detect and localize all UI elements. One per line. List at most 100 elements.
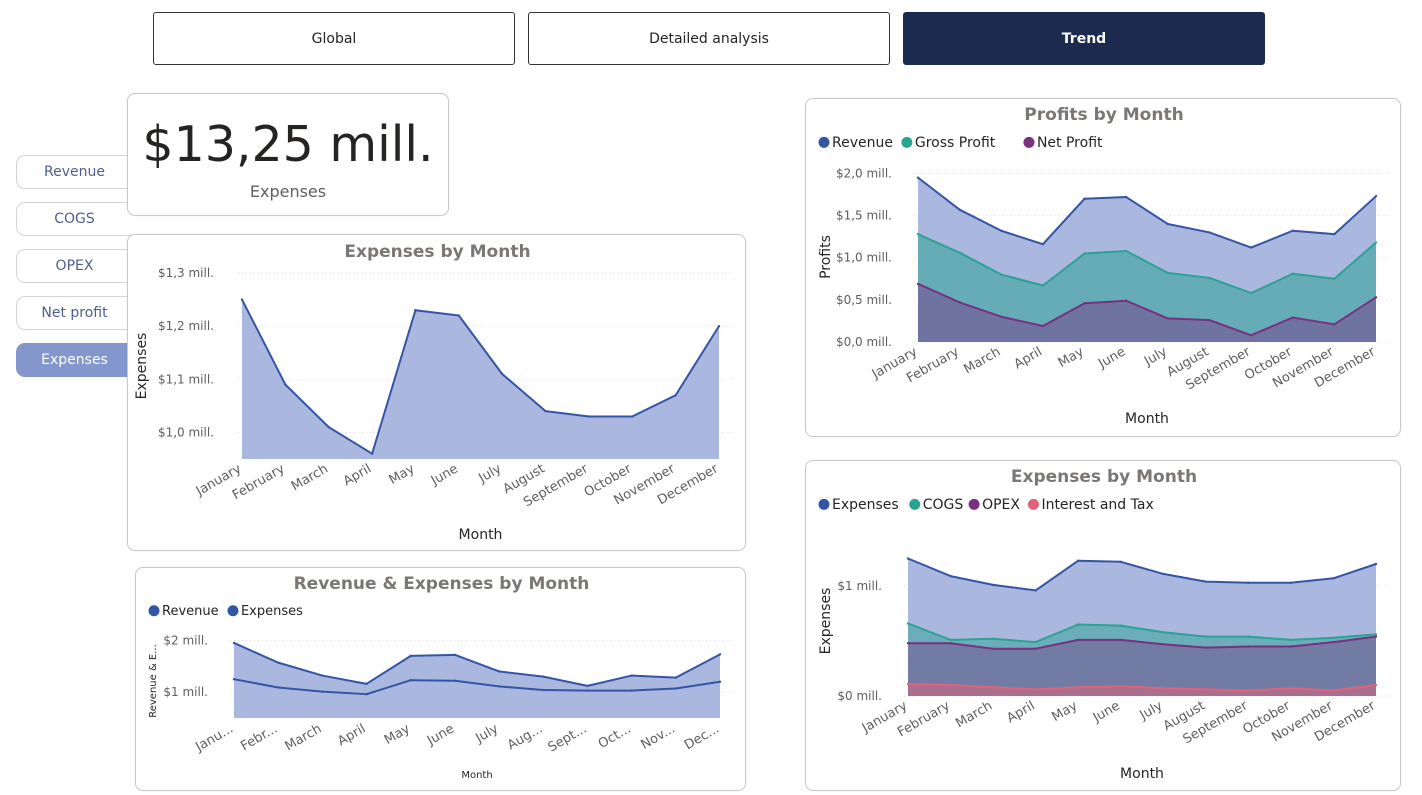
legend-marker-interest-and-tax [1027,498,1039,510]
kpi-value: $13,25 mill. [142,116,434,173]
profits-by-month-point [1249,246,1253,249]
revenue-expenses-by-month-xtick-label: Oct... [596,721,634,751]
revenue-expenses-chart: Revenue & Expenses by Month Revenue Expens… [148,574,734,781]
expenses-breakdown-by-month-point [1204,635,1208,638]
expenses-by-month-xtick-label: May [387,461,418,488]
expenses-breakdown-by-month-point [1374,633,1378,636]
expenses-breakdown-by-month-point [1289,687,1293,690]
profits-by-month-point [1291,229,1294,232]
expenses-breakdown-by-month-point [1374,562,1378,566]
legend-marker-expenses [227,605,239,617]
tab-trend[interactable]: Trend [903,12,1265,65]
profits-by-month-point [958,301,961,304]
expenses-breakdown-by-month-point [1332,636,1335,639]
expenses-by-month-point [457,314,461,317]
legend-marker-revenue [148,605,160,617]
profits-by-month-point [958,251,961,254]
profits-by-month-point [1124,249,1128,253]
sidebar-item-cogs[interactable]: COGS [16,202,132,236]
expenses-breakdown-by-month-point [991,686,995,689]
profits-by-month-xtick-label: June [1095,344,1128,372]
profits-by-month-point [1000,315,1003,318]
kpi-label: Expenses [249,182,327,201]
sidebar-item-expenses[interactable]: Expenses [16,343,132,377]
revenue-expenses-by-month-point [630,674,633,677]
expenses-breakdown-by-month-point [1162,631,1165,634]
expenses-by-month-point [544,409,547,413]
expenses-by-month-card: Expenses by Month $1,0 mill. $1,1 mill. $1,… [127,234,746,551]
expenses-breakdown-by-month-point [991,583,995,587]
revenue-expenses-by-month-point [674,687,678,690]
expenses-breakdown-by-month-point [1034,640,1037,644]
profits-by-month-point [1208,231,1211,234]
expenses-by-month-point [631,415,634,418]
expenses-breakdown-by-month-point [1247,689,1250,692]
expenses-by-month-xtick-label: July [476,461,505,486]
expenses-breakdown-by-month-point [1289,645,1293,648]
expenses-breakdown-chart: Expenses by Month Expenses COGS OPEX Interes… [818,467,1390,782]
expenses-breakdown-by-month-point [1289,581,1293,584]
expenses-breakdown-by-month-point [949,683,952,687]
profits-by-month-point [1083,197,1086,200]
expenses-by-month-title: Expenses by Month [344,242,530,262]
expenses-by-month-point [284,383,287,386]
revenue-expenses-by-month-point [276,686,280,689]
expenses-breakdown-by-month-point [1034,688,1037,691]
tab-detailed-analysis[interactable]: Detailed analysis [528,12,890,65]
legend-marker-expenses [818,498,830,510]
profits-by-month-point [1041,324,1045,328]
sidebar-item-revenue[interactable]: Revenue [16,155,132,189]
profits-by-month-point [1000,273,1003,276]
revenue-expenses-by-month-xlabel: Month [461,770,492,781]
revenue-expenses-by-month-point [453,653,457,657]
profits-by-month-point [1291,316,1294,319]
profits-by-month-point [1041,243,1045,246]
expenses-breakdown-by-month-point [1204,646,1208,649]
expenses-by-month-chart: Expenses by Month $1,0 mill. $1,1 mill. $1,… [134,242,733,543]
expenses-breakdown-by-month-point [1162,643,1165,646]
profits-by-month-point [1083,252,1086,255]
revenue-expenses-by-month-xtick-label: Dec... [682,721,722,753]
legend-label-cogs: COGS [923,497,964,513]
sidebar-item-opex[interactable]: OPEX [16,249,132,283]
expenses-breakdown-by-month-ytick-label: $1 mill. [837,579,882,593]
revenue-expenses-by-month-point [232,641,236,645]
profits-by-month-ytick-label: $0,5 mill. [836,293,892,307]
revenue-expenses-by-month-xtick-label: March [283,721,325,754]
profits-by-month-ytick-label: $0,0 mill. [836,335,892,349]
legend-marker-net-profit [1023,136,1035,148]
revenue-expenses-by-month-point [630,689,633,692]
revenue-expenses-by-month-point [718,680,722,683]
expenses-breakdown-by-month-point [1332,689,1335,692]
legend-label-revenue: Revenue [162,604,219,619]
revenue-expenses-by-month-ytick-label: $1 mill. [163,685,208,699]
sidebar-item-net-profit[interactable]: Net profit [16,296,132,330]
tab-global[interactable]: Global [153,12,515,65]
profits-by-month-point [1208,318,1211,322]
profits-by-month-ytick-label: $2,0 mill. [836,166,892,180]
expenses-breakdown-by-month-title: Expenses by Month [1011,467,1197,487]
revenue-expenses-by-month-point [409,679,412,682]
expenses-by-month-point [240,298,244,301]
expenses-by-month-point [717,324,721,328]
expenses-breakdown-by-month-point [1289,638,1293,642]
expenses-by-month-xtick-label: June [428,461,461,489]
expenses-breakdown-by-month-point [1332,577,1335,580]
profits-by-month-card: Profits by Month Revenue Gross Profit Net P… [805,98,1401,437]
legend-marker-opex [968,498,980,510]
profits-by-month-xtick-label: March [961,344,1003,377]
expenses-breakdown-by-month-point [1119,560,1122,563]
expenses-breakdown-by-month-point [1119,684,1122,688]
legend-label-gross-profit: Gross Profit [915,135,996,151]
expenses-breakdown-by-month-point [991,637,995,640]
expenses-by-month-ytick-label: $1,0 mill. [158,425,214,439]
expenses-by-month-xtick-label: March [289,461,331,494]
revenue-expenses-by-month-point [542,675,545,678]
revenue-expenses-by-month-point [232,677,236,681]
revenue-expenses-by-month-point [321,674,324,677]
expenses-breakdown-by-month-point [1076,623,1080,626]
expenses-breakdown-by-month-point [906,642,910,645]
expenses-breakdown-by-month-point [1332,640,1335,644]
revenue-expenses-by-month-xtick-label: July [472,721,501,746]
expenses-breakdown-by-month-point [1204,580,1208,583]
